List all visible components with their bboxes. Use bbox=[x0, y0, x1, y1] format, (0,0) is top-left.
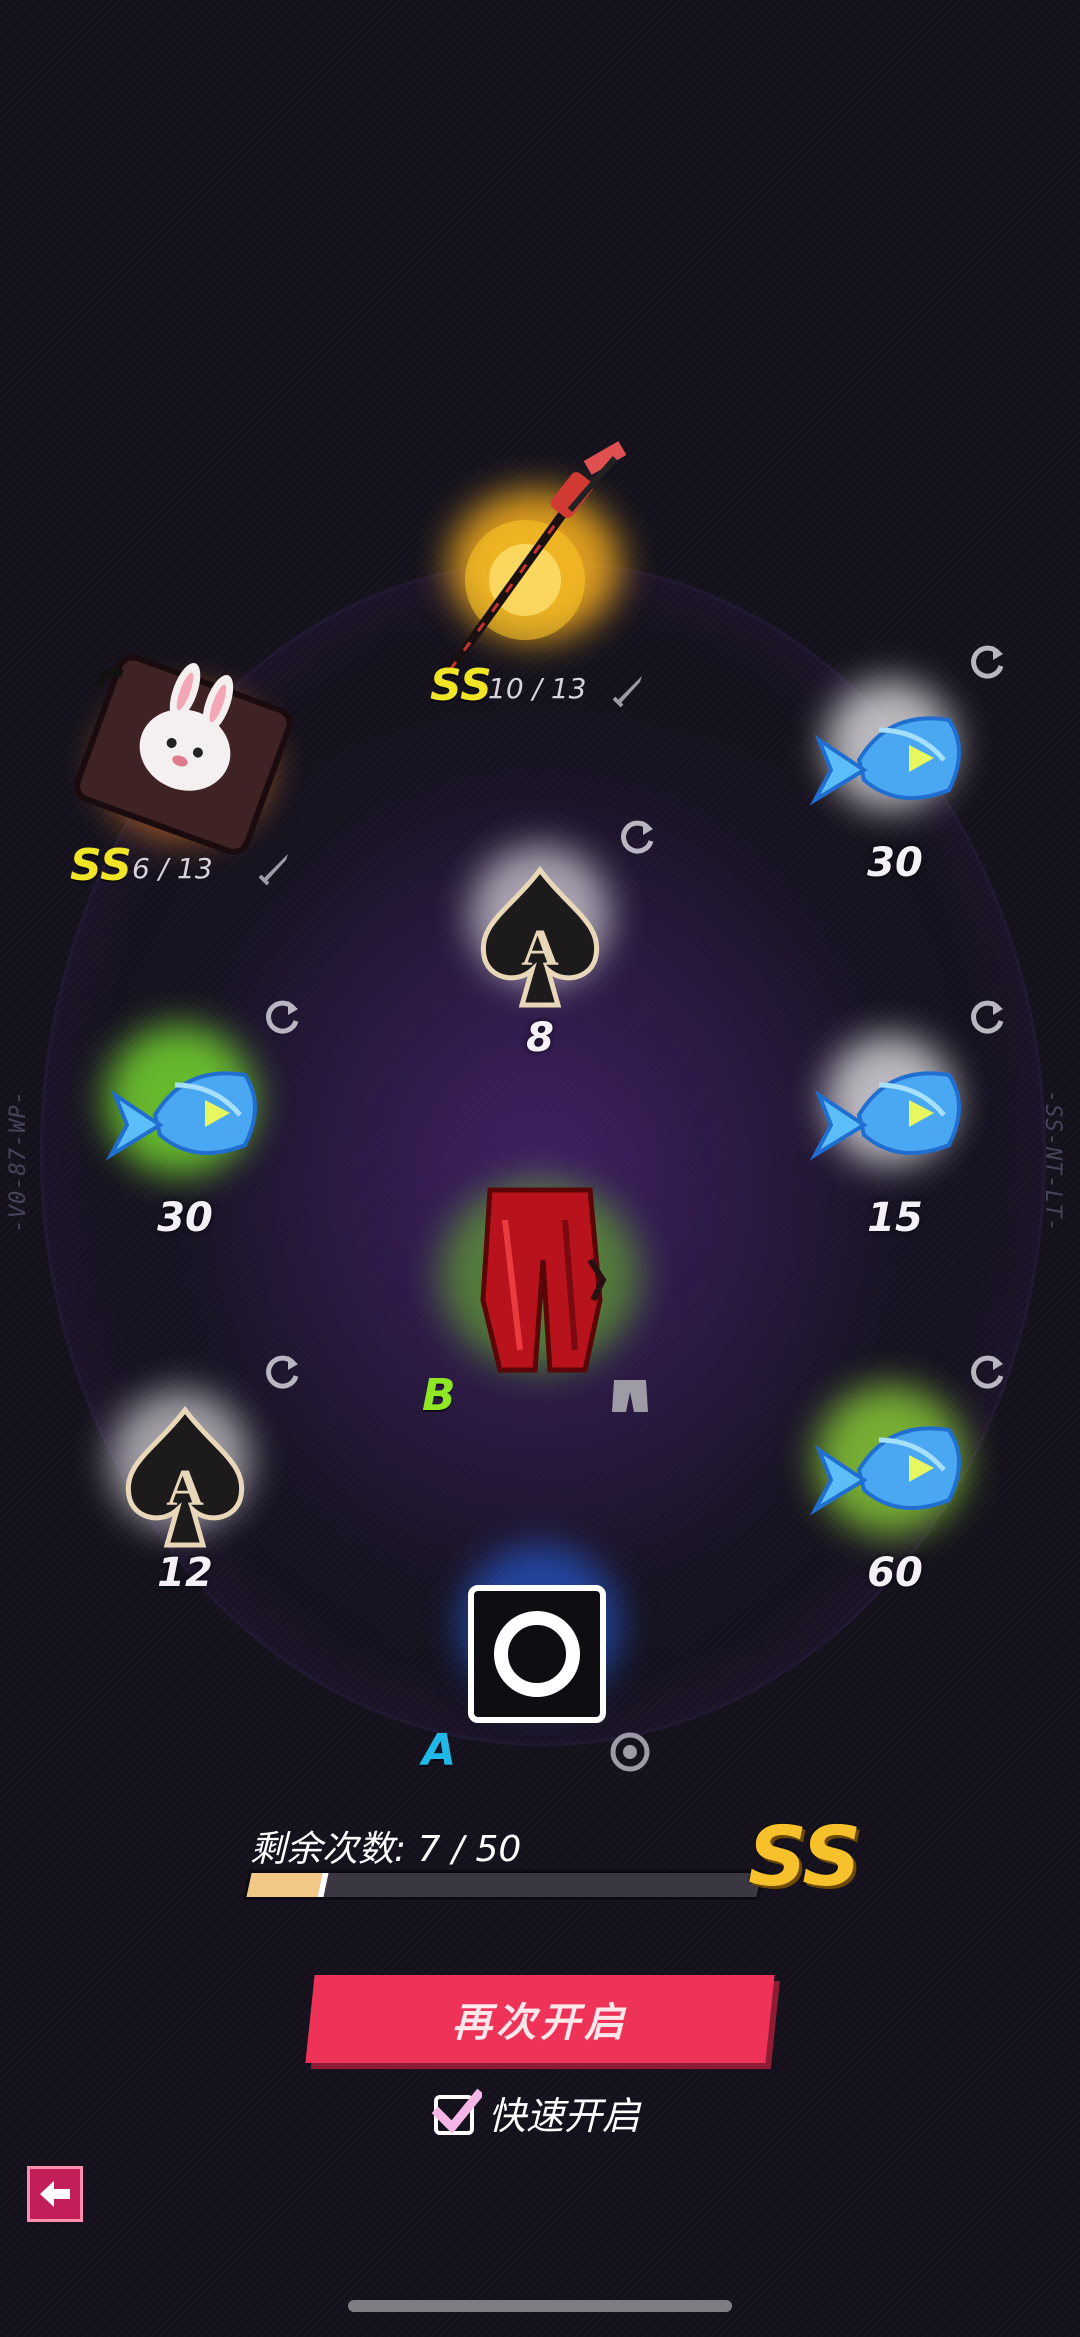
refresh-icon[interactable] bbox=[965, 1350, 1009, 1394]
reward-slot-pants[interactable]: B bbox=[422, 1170, 650, 1421]
grade-label: A bbox=[422, 1725, 457, 1776]
reward-slot-fish[interactable]: 60 bbox=[785, 1350, 1005, 1596]
bunny-bag-icon bbox=[74, 654, 293, 856]
reward-slot-staff[interactable]: SS 10 / 13 bbox=[430, 440, 650, 711]
target-grade-badge: SS bbox=[748, 1810, 861, 1905]
reward-count: 30 bbox=[867, 840, 923, 886]
upgrade-progress: 6 / 13 bbox=[132, 852, 213, 885]
quick-open-toggle[interactable]: 快速开启 bbox=[430, 2085, 640, 2140]
reward-slot-fish[interactable]: 15 bbox=[785, 995, 1005, 1241]
home-indicator bbox=[348, 2300, 732, 2312]
progress-fill bbox=[246, 1873, 323, 1897]
grade-label: SS bbox=[70, 840, 132, 891]
remaining-attempts-label: 剩余次数: 7 / 50 bbox=[250, 1829, 522, 1870]
quick-open-checkbox[interactable] bbox=[430, 2087, 485, 2139]
fish-icon bbox=[105, 1071, 257, 1161]
quick-open-label: 快速开启 bbox=[488, 2094, 641, 2138]
reward-count: 8 bbox=[526, 1015, 554, 1061]
reward-slot-fish[interactable]: 30 bbox=[75, 995, 299, 1241]
reward-count: 15 bbox=[867, 1195, 923, 1241]
refresh-icon[interactable] bbox=[260, 995, 304, 1039]
reward-slot-ring[interactable]: A bbox=[422, 1525, 650, 1776]
reward-slot-ace[interactable]: A 8 bbox=[430, 815, 654, 1061]
reward-slot-bag[interactable]: SS 6 / 13 bbox=[70, 650, 293, 891]
ring-box-icon bbox=[468, 1585, 606, 1723]
sword-icon bbox=[612, 676, 642, 708]
svg-text:A: A bbox=[166, 1460, 204, 1517]
fish-icon bbox=[809, 1426, 961, 1516]
grade-label: SS bbox=[430, 660, 492, 711]
refresh-icon[interactable] bbox=[965, 640, 1009, 684]
check-icon bbox=[431, 2088, 485, 2135]
reward-count: 12 bbox=[157, 1550, 213, 1596]
fish-icon bbox=[809, 716, 961, 806]
reward-slot-fish[interactable]: 30 bbox=[785, 640, 1005, 886]
upgrade-progress: 10 / 13 bbox=[488, 672, 587, 705]
arrow-left-icon bbox=[40, 2181, 70, 2207]
fish-icon bbox=[809, 1071, 961, 1161]
side-code-right: -SS-NT-LT- bbox=[1040, 1090, 1065, 1233]
refresh-icon[interactable] bbox=[615, 815, 659, 859]
sword-icon bbox=[258, 854, 288, 886]
grade-label: B bbox=[422, 1370, 456, 1421]
ace-spade-icon: A bbox=[125, 1405, 245, 1548]
ace-spade-icon: A bbox=[480, 865, 600, 1008]
reward-slot-ace[interactable]: A 12 bbox=[75, 1350, 299, 1596]
pants-icon bbox=[612, 1380, 648, 1412]
side-code-left: -V0-87-WP- bbox=[6, 1090, 31, 1233]
open-again-button[interactable]: 再次开启 bbox=[305, 1975, 775, 2063]
ring-icon bbox=[610, 1732, 650, 1772]
refresh-icon[interactable] bbox=[260, 1350, 304, 1394]
svg-text:A: A bbox=[521, 920, 559, 977]
reward-count: 30 bbox=[157, 1195, 213, 1241]
refresh-icon[interactable] bbox=[965, 995, 1009, 1039]
open-again-label: 再次开启 bbox=[452, 2000, 628, 2046]
reward-count: 60 bbox=[867, 1550, 923, 1596]
back-button[interactable] bbox=[27, 2166, 83, 2222]
remaining-progress-bar bbox=[242, 1870, 766, 1900]
red-pants-icon bbox=[480, 1187, 607, 1373]
